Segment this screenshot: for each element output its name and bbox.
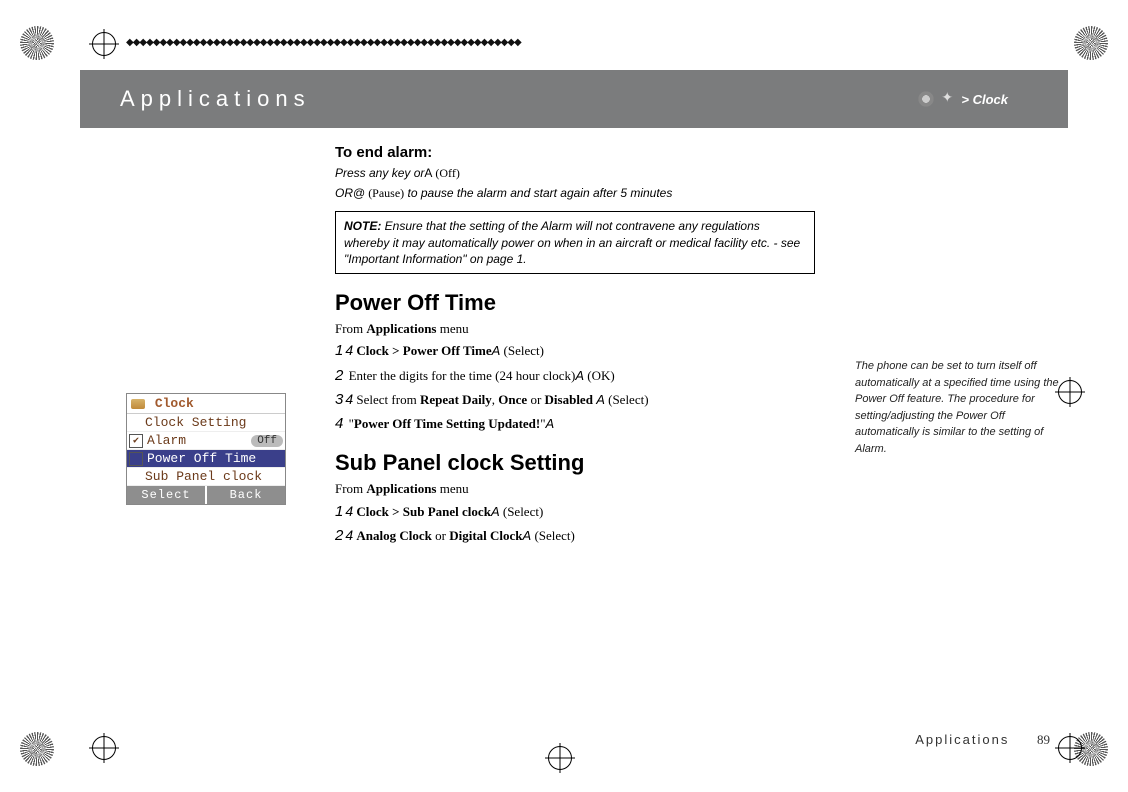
phone-softkeys: Select Back (127, 486, 285, 504)
phone-menu-item[interactable]: ✔ AlarmOff (127, 432, 285, 450)
phone-screen: Clock Clock Setting✔ AlarmOff Power Off Ti… (126, 393, 286, 505)
note-text: Ensure that the setting of the Alarm wil… (344, 219, 800, 265)
checkbox-icon: ✔ (129, 434, 143, 448)
sparkle-icon (941, 92, 955, 106)
checkbox-icon (129, 452, 143, 466)
phone-menu-label: Sub Panel clock (145, 469, 283, 484)
footer-section: Applications (915, 732, 1009, 747)
power-off-step: 14 Clock > Power Off TimeA (Select) (335, 341, 815, 361)
phone-menu-item[interactable]: Power Off Time (127, 450, 285, 468)
gear-icon (917, 90, 935, 108)
side-note: The phone can be set to turn itself off … (855, 358, 1068, 457)
starburst-icon (20, 26, 54, 60)
chapter-header: Applications > Clock (80, 70, 1068, 128)
phone-menu-item[interactable]: Clock Setting (127, 414, 285, 432)
phone-menu-label: Power Off Time (147, 451, 283, 466)
note-box: NOTE: Ensure that the setting of the Ala… (335, 211, 815, 274)
starburst-icon (1074, 26, 1108, 60)
status-badge: Off (251, 435, 283, 447)
breadcrumb: > Clock (917, 90, 1008, 108)
sub-panel-from: From Applications menu (335, 480, 815, 498)
crop-target-icon (1058, 736, 1082, 760)
power-off-from: From Applications menu (335, 320, 815, 338)
softkey-select[interactable]: Select (127, 486, 207, 504)
note-label: NOTE: (344, 219, 381, 233)
clock-app-icon (131, 399, 145, 409)
breadcrumb-text: > Clock (961, 92, 1008, 107)
decorative-border: ◆◆◆◆◆◆◆◆◆◆◆◆◆◆◆◆◆◆◆◆◆◆◆◆◆◆◆◆◆◆◆◆◆◆◆◆◆◆◆◆… (126, 36, 604, 50)
heading-power-off-time: Power Off Time (335, 290, 815, 316)
right-column: The phone can be set to turn itself off … (825, 138, 1068, 722)
page-body: Clock Clock Setting✔ AlarmOff Power Off Ti… (80, 138, 1068, 722)
power-off-step: 4 "Power Off Time Setting Updated!"A (335, 414, 815, 434)
crop-target-icon (92, 736, 116, 760)
starburst-icon (20, 732, 54, 766)
crop-target-icon (92, 32, 116, 56)
phone-menu-label: Alarm (147, 433, 251, 448)
crop-target-icon (548, 746, 572, 770)
left-column: Clock Clock Setting✔ AlarmOff Power Off Ti… (80, 138, 335, 722)
page-number: 89 (1037, 732, 1050, 747)
heading-end-alarm: To end alarm: (335, 144, 815, 161)
heading-sub-panel: Sub Panel clock Setting (335, 450, 815, 476)
page-footer: Applications 89 (915, 732, 1050, 748)
page: ◆◆◆◆◆◆◆◆◆◆◆◆◆◆◆◆◆◆◆◆◆◆◆◆◆◆◆◆◆◆◆◆◆◆◆◆◆◆◆◆… (0, 0, 1128, 792)
end-alarm-line1: Press any key orA (Off) (335, 165, 815, 181)
power-off-step: 2 Enter the digits for the time (24 hour… (335, 366, 815, 386)
phone-screen-title: Clock (127, 394, 285, 414)
main-content: To end alarm: Press any key orA (Off) OR… (335, 138, 825, 722)
phone-menu-item[interactable]: Sub Panel clock (127, 468, 285, 486)
end-alarm-line2: OR@ (Pause) to pause the alarm and start… (335, 185, 815, 201)
sub-panel-step: 14 Clock > Sub Panel clockA (Select) (335, 502, 815, 522)
phone-menu-label: Clock Setting (145, 415, 283, 430)
power-off-step: 34 Select from Repeat Daily, Once or Dis… (335, 390, 815, 410)
phone-title-text: Clock (155, 396, 194, 411)
sub-panel-step: 24 Analog Clock or Digital ClockA (Selec… (335, 526, 815, 546)
softkey-back[interactable]: Back (207, 486, 285, 504)
chapter-title: Applications (120, 86, 311, 112)
